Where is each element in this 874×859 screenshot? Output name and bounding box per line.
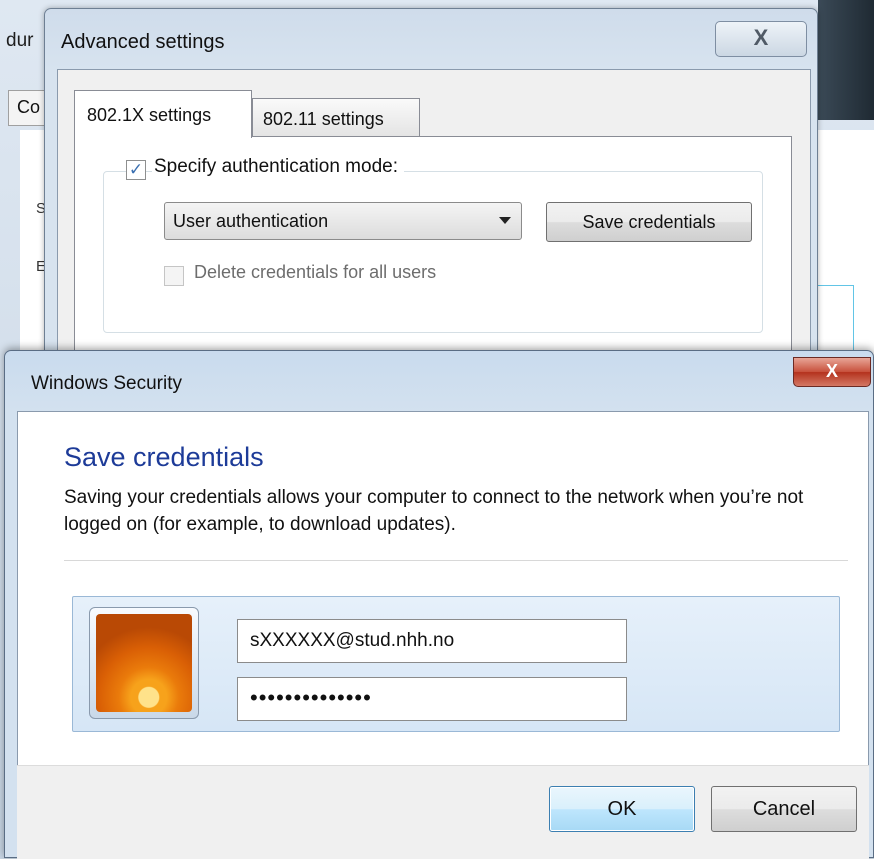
ok-button[interactable]: OK (549, 786, 695, 832)
dialog-body: 802.1X settings 802.11 settings ✓ Specif… (57, 69, 811, 376)
chevron-down-icon (499, 217, 511, 224)
description-text: Saving your credentials allows your comp… (64, 487, 804, 535)
close-button[interactable]: X (793, 357, 871, 387)
auth-mode-select[interactable]: User authentication (164, 202, 522, 240)
checkmark-icon: ✓ (128, 160, 144, 179)
desktop-background-strip (818, 0, 874, 120)
page-title: Save credentials (64, 442, 264, 472)
username-field[interactable]: sXXXXXX@stud.nhh.no (237, 619, 627, 663)
dialog-title: Advanced settings (61, 31, 225, 53)
dialog-footer: OK Cancel (17, 765, 869, 859)
delete-credentials-label: Delete credentials for all users (194, 262, 437, 282)
specify-auth-mode-label[interactable]: Specify authentication mode: (152, 156, 404, 178)
close-icon: X (753, 25, 769, 50)
divider (64, 560, 848, 561)
password-field[interactable]: •••••••••••••• (237, 677, 627, 721)
auth-mode-groupbox (103, 171, 763, 333)
user-avatar-icon (96, 614, 192, 712)
save-credentials-button[interactable]: Save credentials (546, 202, 752, 242)
advanced-settings-dialog: Advanced settings X 802.1X settings 802.… (44, 8, 818, 376)
tab-802-1x-settings[interactable]: 802.1X settings (74, 90, 252, 138)
avatar (89, 607, 199, 719)
specify-auth-mode-checkbox[interactable]: ✓ (126, 160, 146, 180)
credential-tile: sXXXXXX@stud.nhh.no •••••••••••••• (72, 596, 840, 732)
tab-802-11-settings[interactable]: 802.11 settings (252, 98, 420, 138)
delete-credentials-checkbox (164, 266, 184, 286)
dialog-title: Windows Security (31, 373, 182, 394)
cancel-button[interactable]: Cancel (711, 786, 857, 832)
background-window-title: dur (6, 30, 34, 51)
windows-security-dialog: Windows Security X Save credentials Savi… (4, 350, 874, 859)
close-icon: X (825, 361, 838, 381)
auth-mode-value: User authentication (173, 211, 329, 231)
close-button[interactable]: X (715, 21, 807, 57)
background-window-tab[interactable]: Co (8, 90, 48, 126)
